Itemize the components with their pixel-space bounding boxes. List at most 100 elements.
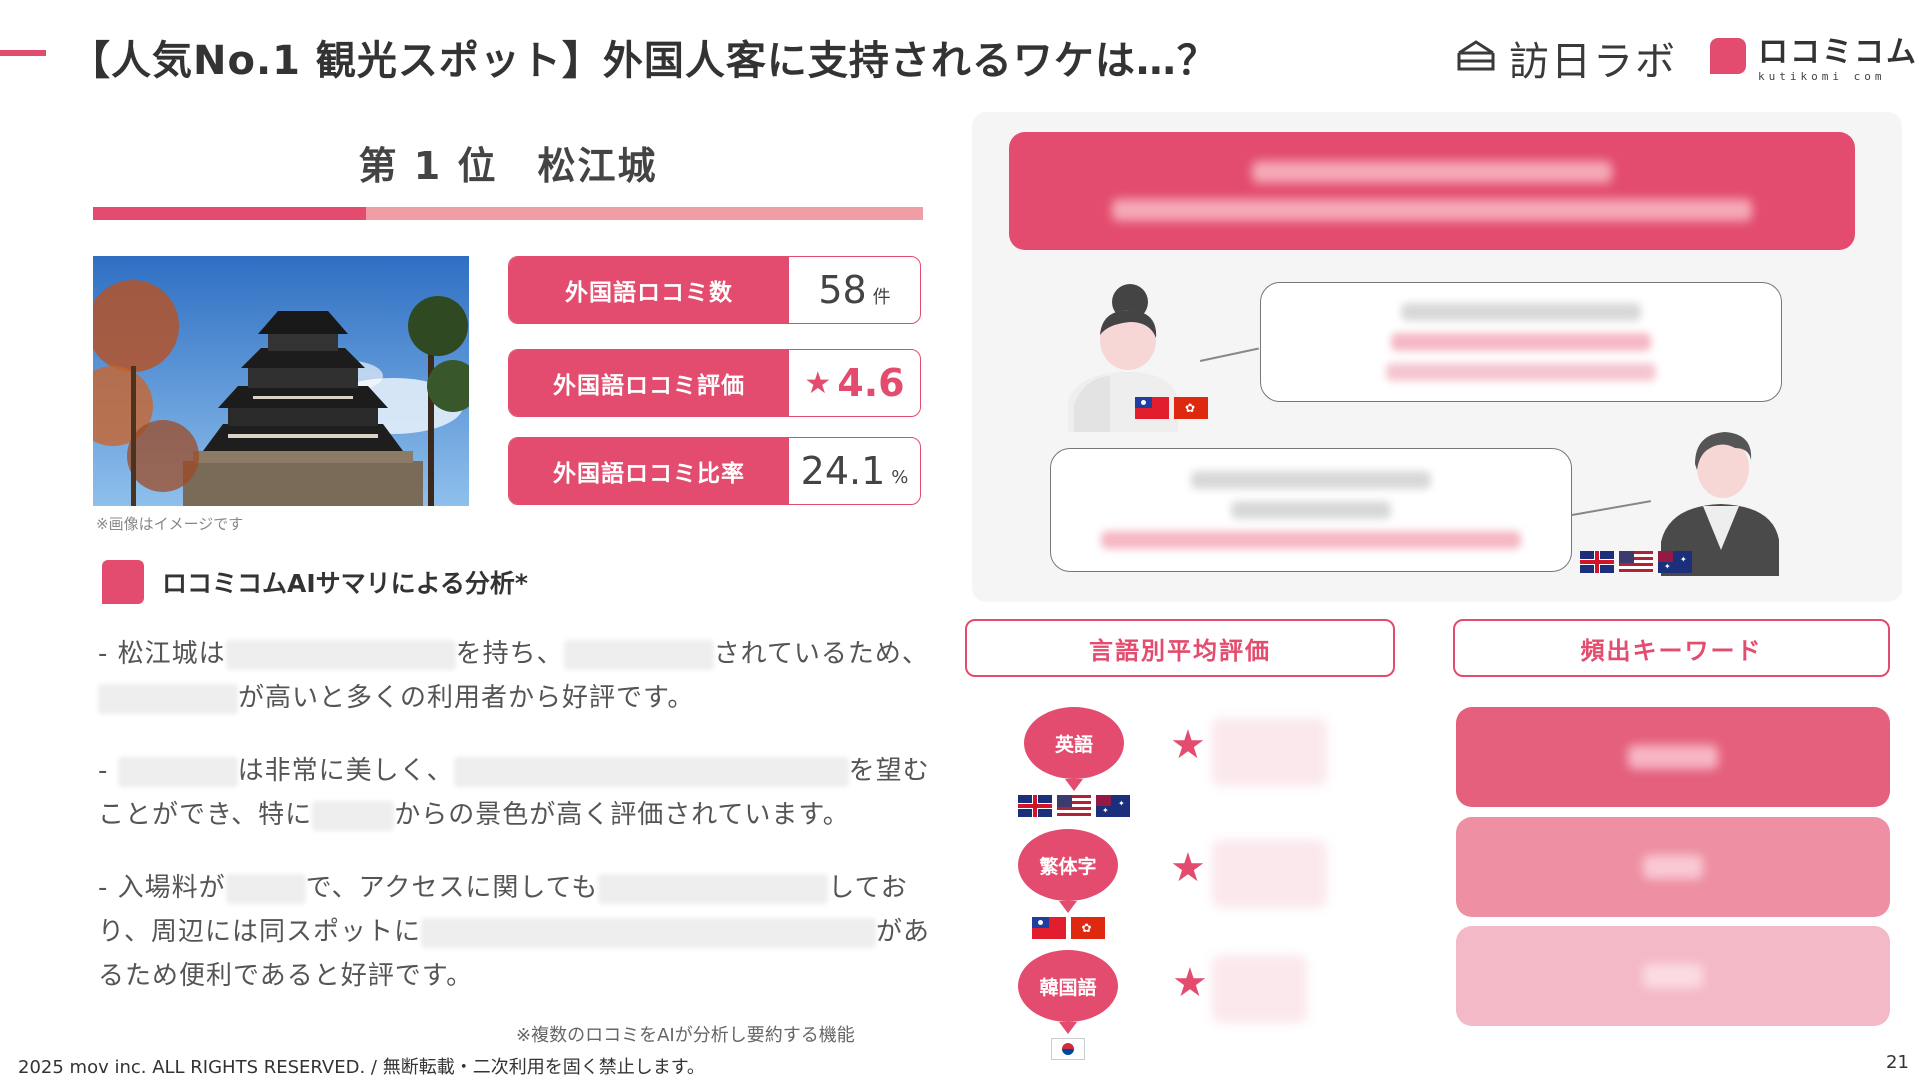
castle-photo xyxy=(93,256,469,506)
brand-primary-name: 訪日ラボ xyxy=(1509,39,1677,85)
badge-tail xyxy=(1065,779,1083,791)
language-rating-header: 言語別平均評価 xyxy=(965,619,1395,677)
redacted-text xyxy=(1391,333,1651,351)
stat-review-count: 外国語ロコミ数 58 件 xyxy=(508,256,921,324)
redacted-text xyxy=(1231,501,1391,519)
star-icon: ★ xyxy=(1172,960,1208,1006)
text-segment: からの景色が高く評価されています。 xyxy=(394,800,850,830)
keywords-header: 頻出キーワード xyxy=(1453,619,1890,677)
redacted-text xyxy=(453,756,849,787)
stat-review-ratio: 外国語ロコミ比率 24.1 % xyxy=(508,437,921,505)
uk-flag-icon xyxy=(1018,795,1052,817)
photo-caption: ※画像はイメージです xyxy=(96,515,244,533)
redacted-keyword xyxy=(1643,855,1703,879)
stat-value: 58 xyxy=(818,268,867,312)
language-badge: 繁体字 xyxy=(1018,829,1118,901)
copyright-footer: 2025 mov inc. ALL RIGHTS RESERVED. / 無断転… xyxy=(18,1057,705,1078)
taiwan-flag-icon xyxy=(1135,397,1169,419)
us-flag-icon xyxy=(1619,551,1653,573)
language-row-english: 英語 ✦ ✦ xyxy=(1018,707,1130,817)
redacted-score xyxy=(1212,955,1307,1023)
redacted-text xyxy=(225,639,456,670)
title-accent-bar xyxy=(0,50,46,56)
brand-kutikomi-logo: ロコミコム kutikomi com xyxy=(1710,36,1918,83)
text-segment: り、周辺には同スポットに xyxy=(98,917,421,947)
keyword-card-2 xyxy=(1456,817,1890,917)
stat-unit: % xyxy=(891,466,909,488)
brand-secondary-name: ロコミコム xyxy=(1758,35,1918,70)
korea-flag-icon xyxy=(1051,1038,1085,1060)
stat-value: 24.1 xyxy=(800,449,886,493)
redacted-text xyxy=(598,873,829,904)
stat-value-box: 24.1 % xyxy=(789,438,920,504)
brand-hounichi-lab-logo: 訪日ラボ xyxy=(1455,34,1677,85)
tw-hk-flags: ✿ xyxy=(1135,397,1208,419)
redacted-text xyxy=(1191,471,1431,489)
redacted-text xyxy=(563,639,714,670)
taiwan-flag-icon xyxy=(1031,917,1066,939)
lab-logo-icon xyxy=(1455,39,1497,77)
korean-flags xyxy=(1051,1038,1085,1060)
stat-value: 4.6 xyxy=(837,361,905,405)
text-segment: してお xyxy=(828,873,908,903)
ai-feature-note: ※複数のロコミをAIが分析し要約する機能 xyxy=(516,1025,855,1046)
redacted-text xyxy=(98,683,238,714)
kutikomi-mark-icon xyxy=(102,560,144,604)
stat-label: 外国語ロコミ比率 xyxy=(509,438,789,504)
text-segment: で、アクセスに関しても xyxy=(305,873,599,903)
redacted-text xyxy=(1401,303,1641,321)
text-segment: があ xyxy=(875,917,930,947)
text-segment: が高いと多くの利用者から好評です。 xyxy=(238,683,695,713)
star-icon: ★ xyxy=(1170,845,1206,891)
kutikomi-logo-icon xyxy=(1710,38,1746,74)
redacted-score xyxy=(1212,840,1327,908)
ranking-title: 第 1 位 松江城 xyxy=(358,144,658,188)
brand-secondary-sub: kutikomi com xyxy=(1758,70,1886,83)
us-flag-icon xyxy=(1057,795,1091,817)
text-segment: - xyxy=(98,756,118,786)
redacted-text xyxy=(225,873,306,904)
badge-tail xyxy=(1059,1022,1077,1034)
redacted-text xyxy=(312,800,395,831)
uk-us-au-flags: ✦ ✦ xyxy=(1580,551,1692,573)
text-segment: されているため、 xyxy=(713,639,929,669)
hongkong-flag-icon: ✿ xyxy=(1174,397,1208,419)
redacted-keyword xyxy=(1628,745,1718,769)
stat-value-box: ★ 4.6 xyxy=(789,350,920,416)
stat-label: 外国語ロコミ評価 xyxy=(509,350,789,416)
ai-summary-title: ロコミコムAIサマリによる分析* xyxy=(162,569,528,598)
redacted-keyword xyxy=(1643,964,1703,988)
language-row-korean: 韓国語 xyxy=(1018,950,1118,1060)
hongkong-flag-icon: ✿ xyxy=(1070,917,1105,939)
language-row-traditional-chinese: 繁体字 ✿ xyxy=(1018,829,1118,939)
text-segment: ことができ、特に xyxy=(98,800,313,830)
australia-flag-icon: ✦ ✦ xyxy=(1658,551,1692,573)
text-segment: を持ち、 xyxy=(455,639,564,669)
keyword-card-3 xyxy=(1456,926,1890,1026)
redacted-text xyxy=(1386,363,1656,381)
redacted-headline xyxy=(1112,161,1752,221)
redacted-score xyxy=(1212,718,1327,786)
ai-summary-paragraph-3: - 入場料が で、アクセスに関しても してお り、周辺には同スポットに があ るため便… xyxy=(98,866,958,998)
text-segment: は非常に美しく、 xyxy=(237,756,454,786)
redacted-text xyxy=(1101,531,1521,549)
badge-tail xyxy=(1059,901,1077,913)
text-segment: を望む xyxy=(848,756,930,786)
review-bubble-1 xyxy=(1260,282,1782,402)
redacted-text xyxy=(420,917,876,948)
highlight-headline xyxy=(1009,132,1855,250)
language-badge: 韓国語 xyxy=(1018,950,1118,1022)
ai-summary-paragraph-1: - 松江城は を持ち、 されているため、 が高いと多くの利用者から好評です。 xyxy=(98,632,958,720)
ai-summary-heading: ロコミコムAIサマリによる分析* xyxy=(102,560,528,604)
review-bubble-2 xyxy=(1050,448,1572,572)
language-badge: 英語 xyxy=(1024,707,1124,779)
chinese-flags: ✿ xyxy=(1031,917,1105,939)
stat-unit: 件 xyxy=(872,287,891,308)
uk-flag-icon xyxy=(1580,551,1614,573)
ranking-bar-highlight xyxy=(93,207,366,220)
star-icon: ★ xyxy=(804,365,832,401)
text-segment: るため便利であると好評です。 xyxy=(98,961,474,991)
text-segment: - 入場料が xyxy=(98,873,226,903)
page-number: 21 xyxy=(1886,1052,1909,1073)
keyword-card-1 xyxy=(1456,707,1890,807)
